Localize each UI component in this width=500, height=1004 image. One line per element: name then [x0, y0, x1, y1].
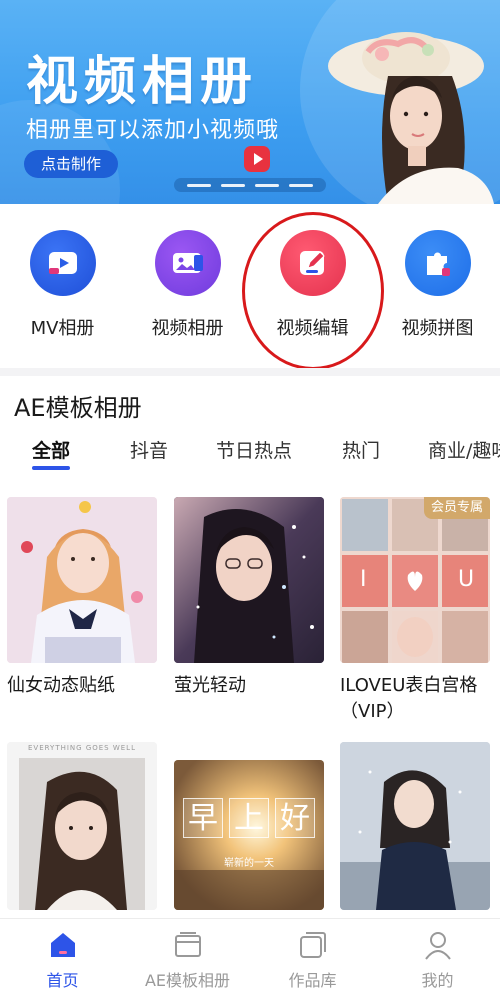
template-thumbnail: 早 上 好 崭新的一天 — [174, 760, 324, 910]
vip-badge: 会员专属 — [424, 497, 490, 519]
template-title: ILOVEU表白宫格（VIP） — [340, 675, 478, 722]
category-tabs: 全部 抖音 节日热点 热门 商业/趣味 — [0, 436, 500, 472]
section-divider — [0, 368, 500, 376]
nav-label: AE模板相册 — [144, 971, 231, 990]
nav-label: 我的 — [421, 971, 454, 990]
carousel-indicator — [174, 178, 326, 192]
video-album-icon — [154, 230, 221, 296]
play-icon — [244, 146, 270, 172]
template-icon — [172, 929, 204, 961]
thumbnail-caption: 崭新的一天 — [224, 858, 274, 869]
feature-mv-album[interactable]: MV相册 — [0, 214, 125, 364]
nav-profile[interactable]: 我的 — [375, 919, 500, 1004]
tab-holiday[interactable]: 节日热点 — [216, 436, 292, 463]
feature-video-puzzle[interactable]: 视频拼图 — [375, 214, 500, 364]
feature-label: MV相册 — [30, 318, 95, 339]
tab-business[interactable]: 商业/趣味 — [428, 436, 500, 463]
active-tab-indicator — [32, 466, 70, 470]
create-now-button[interactable]: 点击制作 — [24, 150, 118, 178]
thumbnail-caption: EVERYTHING GOES WELL — [28, 744, 136, 752]
banner-subtitle: 相册里可以添加小视频哦 — [26, 118, 280, 143]
feature-shortcuts: MV相册 视频相册 视频编辑 视频拼图 — [0, 214, 500, 364]
nav-library[interactable]: 作品库 — [250, 919, 375, 1004]
home-icon — [47, 929, 79, 961]
greeting-char: 早 — [183, 798, 223, 838]
template-thumbnail: I U 会员专属 — [340, 497, 490, 663]
promo-banner[interactable]: 视频相册 相册里可以添加小视频哦 点击制作 — [0, 0, 500, 204]
grid-letter: U — [458, 567, 475, 592]
bottom-navigation: 首页 AE模板相册 作品库 我的 — [0, 918, 500, 1004]
tab-douyin[interactable]: 抖音 — [130, 436, 168, 463]
template-title: 萤光轻动 — [174, 675, 246, 696]
library-icon — [297, 929, 329, 961]
carousel-dot — [289, 183, 313, 187]
carousel-dot — [221, 183, 245, 187]
tab-hot[interactable]: 热门 — [342, 436, 380, 463]
tab-all[interactable]: 全部 — [32, 436, 70, 463]
greeting-char: 好 — [275, 798, 315, 838]
feature-video-album[interactable]: 视频相册 — [125, 214, 250, 364]
feature-video-edit[interactable]: 视频编辑 — [250, 214, 375, 364]
mv-album-icon — [29, 230, 96, 296]
video-edit-icon — [279, 230, 346, 296]
nav-templates[interactable]: AE模板相册 — [125, 919, 250, 1004]
profile-icon — [422, 929, 454, 961]
carousel-dot — [187, 183, 211, 187]
puzzle-icon — [404, 230, 471, 296]
template-thumbnail — [174, 497, 324, 663]
nav-home[interactable]: 首页 — [0, 919, 125, 1004]
banner-title: 视频相册 — [26, 52, 259, 112]
nav-label: 首页 — [46, 971, 79, 990]
template-title: 仙女动态贴纸 — [7, 675, 115, 696]
grid-letter: I — [360, 567, 367, 592]
section-title: AE模板相册 — [14, 394, 142, 422]
nav-label: 作品库 — [288, 971, 337, 990]
feature-label: 视频拼图 — [401, 318, 474, 339]
template-thumbnail — [340, 742, 490, 910]
feature-label: 视频编辑 — [276, 318, 349, 339]
feature-label: 视频相册 — [151, 318, 224, 339]
carousel-dot — [255, 183, 279, 187]
greeting-char: 上 — [229, 798, 269, 838]
template-thumbnail: EVERYTHING GOES WELL — [7, 742, 157, 910]
template-thumbnail — [7, 497, 157, 663]
banner-model-image — [328, 32, 494, 204]
